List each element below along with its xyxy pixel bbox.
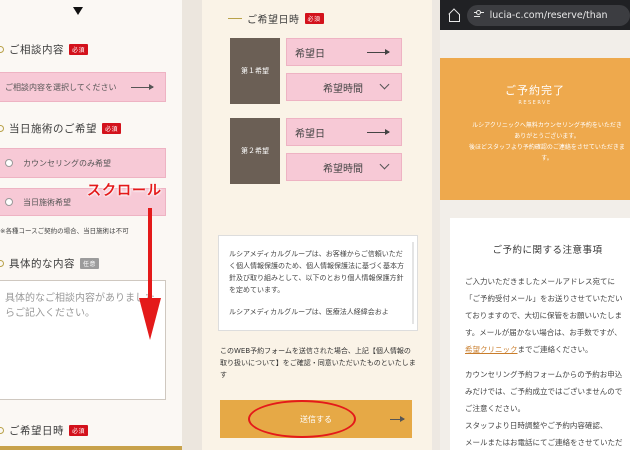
circle-icon (0, 260, 4, 267)
radio-icon[interactable] (5, 159, 13, 167)
circle-icon (0, 125, 4, 132)
required-badge: 必須 (69, 44, 89, 55)
arrow-right-icon (367, 49, 390, 55)
sameday-heading: 当日施術のご希望 必須 (0, 121, 122, 136)
notice-card: ご予約に関する注意事項 ご入力いただきましたメールアドレス宛てに 「ご予約受付メ… (450, 218, 630, 450)
privacy-policy-box[interactable]: ルシアメディカルグループは、お客様からご信頼いただく個人情報保護のため、個人情報… (218, 235, 418, 331)
radio-icon[interactable] (5, 198, 13, 206)
required-badge: 必須 (102, 123, 122, 134)
form-panel-2[interactable]: ご希望日時 必須 第１希望 希望日 希望時間 第２希望 希望日 希望時間 ルシア… (202, 0, 432, 450)
scroll-annotation-label: スクロール (87, 183, 162, 199)
site-settings-icon[interactable] (473, 10, 484, 19)
required-badge: 必須 (304, 13, 324, 24)
chevron-down-icon (379, 79, 390, 90)
url-field[interactable]: lucia-c.com/reserve/than (466, 4, 630, 26)
notice-heading: ご予約に関する注意事項 (492, 245, 603, 256)
screenshot-collage: ご相談内容 必須 ご相談内容を選択してください 当日施術のご希望 必須 カウンセ… (0, 0, 630, 450)
notice-text-2: カウンセリング予約フォームからの予約お申込 みだけでは、ご予約成立ではございませ… (465, 370, 623, 447)
gold-bar (0, 446, 182, 450)
scroll-arrow-down-icon (139, 298, 161, 340)
arrow-right-icon (390, 416, 405, 422)
detail-heading: 具体的な内容 任意 (0, 256, 100, 271)
notice-text-1: ご入力いただきましたメールアドレス宛てに 「ご予約受付メール」をお送りさせていた… (465, 277, 623, 354)
date-heading: ご希望日時 必須 (228, 11, 324, 26)
consult-heading: ご相談内容 必須 (0, 42, 89, 57)
privacy-text-1: ルシアメディカルグループは、お客様からご信頼いただく個人情報保護のため、個人情報… (229, 250, 404, 294)
date-heading: ご希望日時 必須 (0, 423, 89, 438)
done-title: ご予約完了 (505, 84, 565, 97)
required-badge: 必須 (69, 425, 89, 436)
dash-icon (228, 17, 242, 20)
completion-panel: lucia-c.com/reserve/than ご予約完了 RESERVE ル… (440, 0, 630, 450)
highlight-oval (248, 400, 356, 438)
date-1-field[interactable]: 希望日 (286, 38, 402, 66)
circle-icon (0, 46, 4, 53)
done-message: ルシアクリニックへ無料カウンセリング予約をいただき ありがとうございます。 後ほ… (469, 122, 625, 162)
browser-address-bar[interactable]: lucia-c.com/reserve/than (440, 0, 630, 30)
time-2-select[interactable]: 希望時間 (286, 153, 402, 181)
home-icon[interactable] (448, 10, 460, 22)
form-panel-1[interactable]: ご相談内容 必須 ご相談内容を選択してください 当日施術のご希望 必須 カウンセ… (0, 0, 182, 450)
choice-2-label: 第２希望 (230, 118, 280, 184)
arrow-right-icon (367, 129, 390, 135)
radio-counseling[interactable]: カウンセリングのみ希望 (0, 148, 166, 178)
optional-badge: 任意 (80, 258, 100, 269)
done-subtitle: RESERVE (518, 100, 552, 106)
panel-divider (182, 0, 202, 450)
choice-1-label: 第１希望 (230, 38, 280, 104)
reserve-complete-banner: ご予約完了 RESERVE ルシアクリニックへ無料カウンセリング予約をいただき … (440, 58, 630, 200)
circle-icon (0, 427, 4, 434)
consult-select[interactable]: ご相談内容を選択してください (0, 72, 166, 102)
arrow-right-icon (131, 84, 154, 90)
sameday-note: ※各種コースご契約の場合、当日施術は不可 (0, 227, 129, 235)
agree-text: このWEB予約フォームを送信された場合、上記【個人情報の取り扱いについて】をご確… (220, 347, 416, 379)
scrollbar[interactable] (412, 242, 414, 324)
triangle-down-icon (73, 7, 83, 15)
time-1-select[interactable]: 希望時間 (286, 73, 402, 101)
date-2-field[interactable]: 希望日 (286, 118, 402, 146)
chevron-down-icon (379, 159, 390, 170)
privacy-text-2: ルシアメディカルグループは、医療法人経緯会およ (229, 308, 389, 316)
clinic-link[interactable]: 希望クリニック (465, 345, 518, 354)
